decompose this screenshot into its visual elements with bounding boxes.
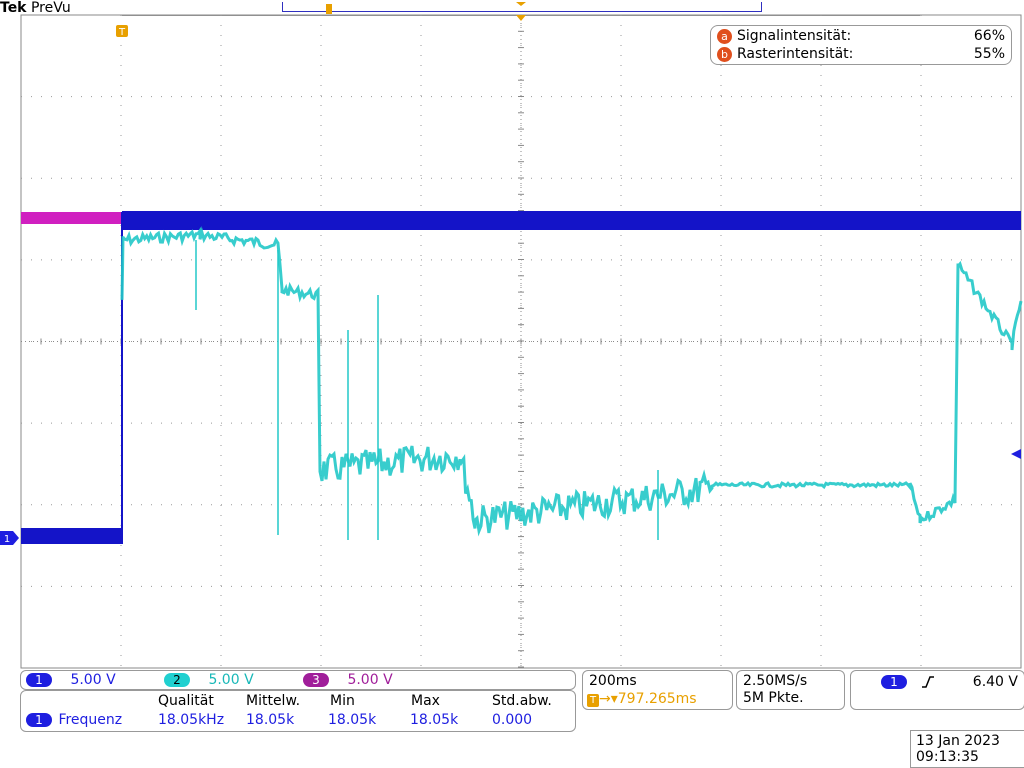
trigger-level-arrow-icon: [1011, 449, 1021, 459]
header-stddev: Std.abw.: [492, 693, 552, 709]
grid-intensity-key: b: [717, 46, 732, 62]
channel-scale-panel: 1 5.00 V 2 5.00 V 3 5.00 V: [20, 670, 576, 690]
sample-rate: 2.50MS/s: [743, 673, 808, 689]
timebase-panel[interactable]: 200ms T →▾797.265ms: [582, 670, 733, 710]
ch3-trace: [21, 212, 123, 224]
ch1-scale[interactable]: 1 5.00 V: [26, 672, 116, 688]
record-center-icon: [516, 2, 526, 6]
meas-stddev: 0.000: [492, 712, 533, 728]
measurement-row[interactable]: 1 Frequenz: [26, 712, 122, 728]
ch1-chip: 1: [26, 673, 52, 687]
timebase-position: 797.265ms: [617, 691, 697, 707]
header-mean: Mittelw.: [246, 693, 301, 709]
ch3-chip: 3: [303, 673, 329, 687]
rising-edge-icon: [922, 676, 935, 688]
header-max: Max: [411, 693, 440, 709]
header-min: Min: [330, 693, 355, 709]
signal-intensity-value: 66%: [973, 28, 1005, 44]
ch2-trace: [120, 226, 1023, 537]
ch3-scale[interactable]: 3 5.00 V: [303, 672, 393, 688]
ch1-scale-value: 5.00 V: [70, 672, 116, 688]
expansion-point-icon: [516, 15, 526, 21]
record-trigger-icon: [326, 4, 332, 14]
meas-mean: 18.05k: [246, 712, 295, 728]
measurement-panel[interactable]: Qualität Mittelw. Min Max Std.abw. 1 Fre…: [20, 690, 576, 732]
traces: [21, 211, 1023, 544]
date-label: 13 Jan 2023: [916, 733, 1000, 749]
datetime-panel: 13 Jan 2023 09:13:35: [910, 730, 1024, 768]
acquisition-panel[interactable]: 2.50MS/s 5M Pkte.: [736, 670, 845, 710]
grid-intensity-value: 55%: [973, 46, 1005, 62]
arrow-right-icon: →: [599, 691, 611, 707]
trigger-row: 1: [881, 674, 935, 690]
trigger-position-icon: T: [587, 694, 599, 707]
meas-min: 18.05k: [328, 712, 377, 728]
signal-intensity-row: a Signalintensität: 66%: [717, 27, 1007, 45]
ch1-level-marker-label: 1: [4, 534, 10, 545]
meas-ch-chip: 1: [26, 713, 52, 727]
ch2-scale[interactable]: 2 5.00 V: [164, 672, 254, 688]
signal-intensity-key: a: [717, 28, 732, 44]
meas-max: 18.05k: [410, 712, 459, 728]
ch2-chip: 2: [164, 673, 190, 687]
time-label: 09:13:35: [916, 749, 979, 765]
grid-intensity-label: Rasterintensität:: [737, 46, 854, 62]
meas-name: Frequenz: [58, 712, 123, 728]
record-length: 5M Pkte.: [743, 690, 804, 706]
timebase-position-row: T →▾797.265ms: [587, 691, 697, 707]
header-quality: Qualität: [158, 693, 214, 709]
trigger-level: 6.40 V: [972, 674, 1018, 690]
grid-intensity-row: b Rasterintensität: 55%: [717, 45, 1007, 63]
intensity-readout: a Signalintensität: 66% b Rasterintensität…: [710, 25, 1012, 65]
signal-intensity-label: Signalintensität:: [737, 28, 852, 44]
trigger-panel[interactable]: 1 6.40 V: [850, 670, 1024, 710]
trigger-ch-chip: 1: [881, 675, 907, 689]
timebase-scale: 200ms: [589, 673, 637, 689]
caret-down-icon: ▾: [610, 691, 618, 707]
ch3-scale-value: 5.00 V: [347, 672, 393, 688]
markers: T1: [0, 2, 1021, 545]
meas-quality: 18.05kHz: [158, 712, 225, 728]
ch1-trace-high: [122, 211, 1021, 230]
graticule-grid: [20, 14, 1022, 668]
trigger-marker-label: T: [118, 27, 126, 38]
ch2-scale-value: 5.00 V: [208, 672, 254, 688]
ch1-trace-low: [21, 528, 123, 544]
waveform-display: T1: [0, 2, 1023, 669]
